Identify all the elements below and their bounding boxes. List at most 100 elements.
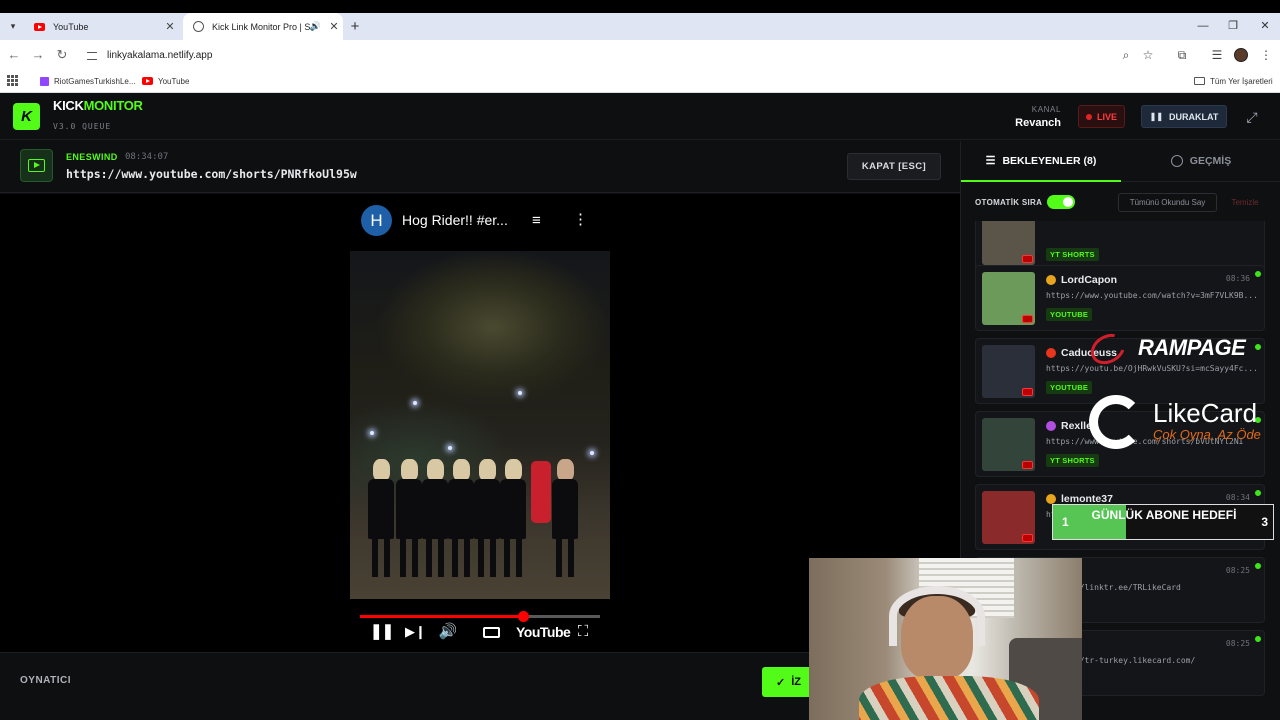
channel-name: Revanch [1015,117,1061,129]
brand-part-monitor: MONITOR [83,98,143,113]
pause-icon[interactable]: ❚❚ [370,622,394,642]
reading-list-icon[interactable]: ☰ [1208,46,1226,64]
video-thumbnail[interactable] [982,418,1035,471]
video-thumbnail[interactable] [982,491,1035,544]
queue-url[interactable]: https://www.youtube.com/watch?v=3mF7VLK9… [1046,291,1258,300]
likecard-slogan: Çok Oyna, Az Öde [1153,427,1261,442]
new-tab-plus-icon[interactable]: + [346,13,364,40]
queue-time: 08:34 [1225,493,1250,502]
live-badge[interactable]: LIVE [1078,105,1125,128]
youtube-embed-player[interactable]: H Hog Rider!! #er... ≡ ⋮ ❚❚ ▶❙ 🔊 YouTube… [350,194,610,652]
youtube-logo[interactable]: YouTube [516,622,571,642]
queue-item[interactable]: LordCapon 08:36 https://www.youtube.com/wa… [975,265,1265,331]
video-title[interactable]: Hog Rider!! #er... [402,212,508,228]
user-badge-icon [1046,494,1056,504]
volume-icon[interactable]: 🔊 [438,622,458,642]
next-icon[interactable]: ▶❙ [405,622,426,642]
user-badge-icon [1046,348,1056,358]
bookmark-label: RiotGamesTurkishLe... [54,76,136,86]
current-video-url[interactable]: https://www.youtube.com/shorts/PNRfkoUl9… [66,167,357,181]
fullscreen-icon[interactable]: ⛶ [573,622,593,642]
close-window-icon[interactable]: ✕ [1250,13,1280,40]
likecard-logo: LikeCard Çok Oyna, Az Öde [1085,393,1275,453]
browser-tab-youtube[interactable]: YouTube ✕ [24,13,179,40]
mark-all-read-button[interactable]: Tümünü Okundu Say [1118,193,1217,212]
tab-search-chevron-icon[interactable]: ▾ [5,13,21,40]
window-top-edge [0,0,1280,13]
profile-avatar[interactable] [1234,48,1248,62]
close-tab-icon[interactable]: ✕ [325,20,343,33]
close-player-button[interactable]: KAPAT [ESC] [847,153,941,180]
browser-tab-kick-monitor[interactable]: Kick Link Monitor Pro | Stre 🔊 ✕ [183,13,343,40]
auto-queue-label: OTOMATİK SIRA [975,198,1043,207]
reload-icon[interactable]: ↻ [52,45,72,65]
current-link-bar: ENESWIND 08:34:07 https://www.youtube.co… [0,141,960,193]
close-tab-icon[interactable]: ✕ [161,20,179,33]
apps-grid-icon[interactable] [7,75,18,86]
video-frame[interactable] [350,251,610,599]
extensions-icon[interactable]: ⧉ [1173,46,1191,64]
url-omnibox[interactable]: linkyakalama.netlify.app [80,45,1160,66]
queue-url[interactable]: https://youtu.be/OjHRwkVuSKU?si=mcSayy4F… [1046,364,1258,373]
progress-fill [360,615,524,618]
site-settings-icon[interactable] [87,51,97,60]
address-bar-row: ← → ↻ linkyakalama.netlify.app ⌕ ☆ ⧉ ☰ ⋮ [0,40,1280,70]
more-options-icon[interactable]: ⋮ [573,210,588,228]
video-thumbnail[interactable] [982,221,1035,265]
speaker-icon[interactable]: 🔊 [310,21,321,32]
progress-scrubber[interactable] [518,611,530,622]
version-label: V3.0 QUEUE [53,122,112,131]
unread-dot-icon [1255,563,1261,569]
sent-time: 08:34:07 [125,152,169,162]
rampage-wordmark: RAMPAGE [1138,335,1246,360]
tab-history[interactable]: GEÇMİŞ [1121,141,1280,182]
rampage-emblem-icon [1085,327,1131,371]
playlist-add-icon[interactable]: ≡ [532,212,541,229]
twitch-favicon-icon [40,76,49,86]
video-icon [20,149,53,182]
youtube-favicon-icon [142,77,153,85]
queue-user: LordCapon [1046,274,1117,286]
bookmark-youtube[interactable]: YouTube [142,70,189,92]
forward-arrow-icon[interactable]: → [28,45,48,65]
tab-label: GEÇMİŞ [1189,155,1232,167]
user-badge-icon [1046,275,1056,285]
user-badge-icon [1046,421,1056,431]
captions-icon[interactable] [483,627,500,638]
queue-item[interactable]: YT SHORTS [975,221,1265,271]
all-bookmarks-folder[interactable]: Tüm Yer İşaretleri [1194,70,1273,92]
platform-tag: YT SHORTS [1046,454,1099,467]
goal-max: 3 [1261,515,1268,529]
queue-time: 08:36 [1225,274,1250,283]
auto-queue-toggle[interactable] [1047,195,1075,209]
video-thumbnail[interactable] [982,345,1035,398]
browser-menu-icon[interactable]: ⋮ [1257,46,1275,64]
rampage-logo: RAMPAGE [1085,327,1280,371]
pause-icon: ❚❚ [1149,112,1164,121]
zoom-icon[interactable]: ⌕ [1117,46,1135,64]
back-arrow-icon[interactable]: ← [4,45,24,65]
queue-username: LordCapon [1061,274,1117,286]
channel-avatar[interactable]: H [361,205,392,236]
sender-name: ENESWIND [66,152,118,162]
popout-icon[interactable]: ⤢ [1242,107,1262,127]
queue-time: 08:25 [1225,566,1250,575]
streamer-webcam [809,558,1082,720]
channel-label: KANAL [1031,105,1061,114]
youtube-mini-icon [1022,315,1033,323]
video-thumbnail[interactable] [982,272,1035,325]
goal-title: GÜNLÜK ABONE HEDEFİ [1091,508,1237,522]
clock-icon [1170,155,1183,167]
bookmark-label: Tüm Yer İşaretleri [1210,76,1273,86]
bookmark-label: YouTube [158,76,190,86]
youtube-mini-icon [1022,534,1033,542]
tab-waiting[interactable]: ☰ BEKLEYENLER (8) [961,141,1121,182]
brand-part-kick: KICK [53,98,84,113]
clear-button[interactable]: Temizle [1224,193,1266,212]
bookmark-riotgames[interactable]: RiotGamesTurkishLe... [40,70,136,92]
pause-button[interactable]: ❚❚ DURAKLAT [1141,105,1227,128]
youtube-favicon-icon [34,22,45,31]
restore-icon[interactable]: ❐ [1218,13,1248,40]
minimize-icon[interactable]: — [1188,13,1218,40]
bookmark-star-icon[interactable]: ☆ [1139,46,1157,64]
